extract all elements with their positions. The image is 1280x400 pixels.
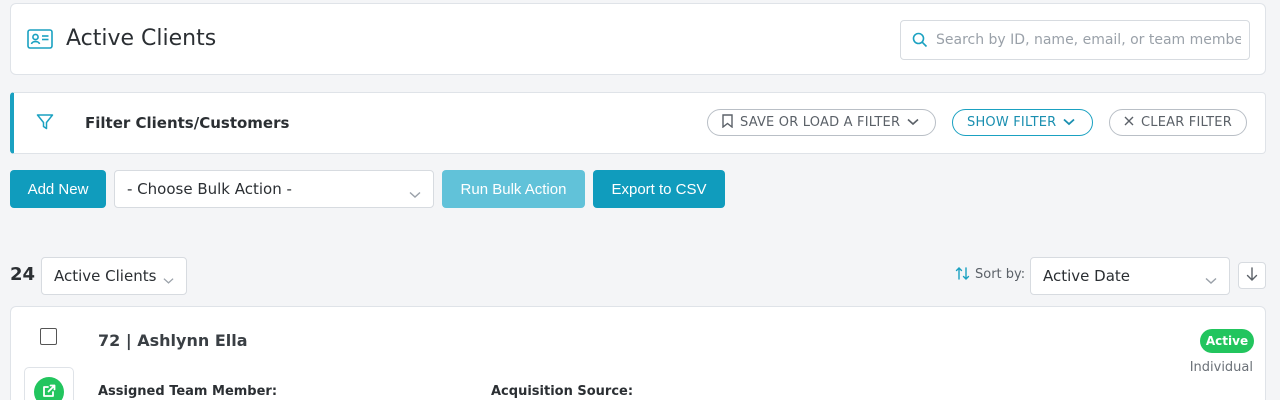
search-input[interactable] <box>936 29 1241 51</box>
client-select-checkbox[interactable] <box>40 328 57 345</box>
add-new-button[interactable]: Add New <box>10 170 106 208</box>
filter-bar: Filter Clients/Customers SAVE OR LOAD A … <box>10 92 1266 154</box>
run-bulk-action-button[interactable]: Run Bulk Action <box>442 170 585 208</box>
bulk-action-value: - Choose Bulk Action - <box>127 180 292 198</box>
open-client-button[interactable] <box>34 377 64 400</box>
page-title: Active Clients <box>66 26 217 51</box>
chevron-down-icon <box>409 185 421 203</box>
client-status-value: Active Clients <box>54 267 157 285</box>
chevron-down-icon <box>163 271 174 289</box>
chevron-down-icon <box>1205 271 1217 289</box>
show-filter-button[interactable]: SHOW FILTER <box>952 109 1093 136</box>
sort-value: Active Date <box>1043 267 1131 285</box>
filter-title: Filter Clients/Customers <box>85 114 290 132</box>
sort-icon <box>955 266 970 285</box>
show-filter-label: SHOW FILTER <box>967 115 1057 130</box>
bulk-action-select[interactable]: - Choose Bulk Action - <box>114 170 434 208</box>
search-field[interactable] <box>900 20 1250 60</box>
assigned-team-member-label: Assigned Team Member: <box>98 384 278 399</box>
sort-direction-button[interactable] <box>1238 262 1266 289</box>
page-header: Active Clients <box>10 3 1266 75</box>
sort-by-label: Sort by: <box>975 267 1026 282</box>
save-load-filter-button[interactable]: SAVE OR LOAD A FILTER <box>707 109 936 136</box>
client-status-select[interactable]: Active Clients <box>41 257 187 295</box>
client-card: 72 | Ashlynn Ella Active Individual Assi… <box>10 306 1266 400</box>
open-client-tile <box>24 367 74 400</box>
clear-filter-label: CLEAR FILTER <box>1141 115 1232 130</box>
status-badge: Active <box>1200 329 1254 353</box>
filter-icon <box>36 113 54 135</box>
results-count: 24 <box>10 264 36 285</box>
close-icon <box>1124 115 1134 130</box>
arrow-down-icon <box>1246 266 1258 285</box>
search-icon <box>912 32 928 52</box>
export-csv-button[interactable]: Export to CSV <box>593 170 725 208</box>
client-type: Individual <box>1189 360 1253 375</box>
acquisition-source-label: Acquisition Source: <box>491 384 634 399</box>
bookmark-icon <box>722 113 733 132</box>
clear-filter-button[interactable]: CLEAR FILTER <box>1109 109 1247 136</box>
external-link-icon <box>42 383 56 400</box>
sort-select[interactable]: Active Date <box>1030 257 1230 295</box>
save-load-filter-label: SAVE OR LOAD A FILTER <box>740 115 901 130</box>
client-name[interactable]: 72 | Ashlynn Ella <box>98 331 248 350</box>
chevron-down-icon <box>907 115 919 130</box>
chevron-down-icon <box>1063 115 1076 130</box>
id-card-icon <box>27 28 53 50</box>
